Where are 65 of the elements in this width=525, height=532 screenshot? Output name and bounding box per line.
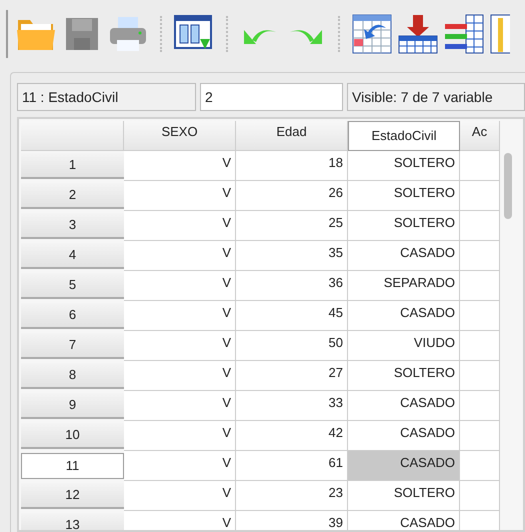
row-header[interactable]: 6 [21, 303, 124, 329]
table-cell[interactable]: 36 [236, 271, 348, 301]
row-header[interactable]: 13 [21, 513, 124, 530]
table-cell[interactable]: V [124, 421, 236, 451]
table-cell[interactable]: V [124, 451, 236, 481]
table-cell[interactable]: 23 [236, 481, 348, 511]
table-cell[interactable]: V [124, 331, 236, 361]
table-cell[interactable]: SOLTERO [348, 211, 460, 241]
cell-location-field: 11 : EstadoCivil [17, 83, 196, 111]
table-cell[interactable]: SOLTERO [348, 151, 460, 181]
column-header[interactable]: Edad [236, 121, 348, 151]
row-header[interactable]: 5 [21, 273, 124, 299]
table-cell[interactable]: V [124, 481, 236, 511]
row-header[interactable]: 12 [21, 483, 124, 509]
row-header[interactable]: 8 [21, 363, 124, 389]
table-cell[interactable]: CASADO [348, 301, 460, 331]
table-cell[interactable]: V [124, 271, 236, 301]
table-cell[interactable]: 35 [236, 241, 348, 271]
scrollbar-thumb[interactable] [504, 153, 512, 219]
table-icon[interactable] [490, 14, 510, 54]
table-cell[interactable]: CASADO [348, 241, 460, 271]
table-cell[interactable]: 45 [236, 301, 348, 331]
row-header[interactable]: 10 [21, 423, 124, 449]
table-cell[interactable]: V [124, 241, 236, 271]
column-header[interactable]: EstadoCivil [348, 121, 460, 151]
table-cell[interactable]: SOLTERO [348, 361, 460, 391]
table-cell[interactable]: VIUDO [348, 331, 460, 361]
column-header[interactable]: SEXO [124, 121, 236, 151]
table-cell[interactable]: 61 [236, 451, 348, 481]
visible-variables-label: Visible: 7 de 7 variable [347, 83, 525, 111]
row-header[interactable]: 9 [21, 393, 124, 419]
table-cell[interactable]: 27 [236, 361, 348, 391]
row-header[interactable]: 2 [21, 183, 124, 209]
table-cell[interactable]: CASADO [348, 511, 460, 530]
row-header[interactable]: 3 [21, 213, 124, 239]
row-header[interactable]: 7 [21, 333, 124, 359]
print-icon[interactable] [108, 14, 148, 54]
table-cell[interactable]: 25 [236, 211, 348, 241]
table-cell[interactable]: 18 [236, 151, 348, 181]
table-cell[interactable]: SOLTERO [348, 481, 460, 511]
table-cell[interactable]: V [124, 511, 236, 530]
go-to-case-icon[interactable] [352, 14, 392, 54]
row-header[interactable]: 4 [21, 243, 124, 269]
table-cell[interactable]: V [124, 301, 236, 331]
table-cell[interactable]: 42 [236, 421, 348, 451]
insert-cases-icon[interactable] [398, 14, 438, 54]
table-cell[interactable]: CASADO [348, 391, 460, 421]
table-cell[interactable]: 39 [236, 511, 348, 530]
row-header[interactable]: 11 [21, 453, 124, 479]
table-cell[interactable]: V [124, 151, 236, 181]
table-cell[interactable]: V [124, 181, 236, 211]
table-cell[interactable]: 33 [236, 391, 348, 421]
table-cell[interactable]: 50 [236, 331, 348, 361]
table-cell[interactable]: SOLTERO [348, 181, 460, 211]
table-cell[interactable]: V [124, 391, 236, 421]
row-header[interactable]: 1 [21, 153, 124, 179]
table-cell[interactable]: SEPARADO [348, 271, 460, 301]
table-cell[interactable]: V [124, 211, 236, 241]
table-cell[interactable]: CASADO [348, 421, 460, 451]
cell-value-field[interactable]: 2 [200, 83, 343, 111]
table-cell[interactable]: 26 [236, 181, 348, 211]
table-cell[interactable]: V [124, 361, 236, 391]
column-header[interactable]: Ac [460, 121, 500, 151]
table-cell[interactable]: CASADO [348, 451, 460, 481]
variables-icon[interactable] [444, 14, 484, 54]
